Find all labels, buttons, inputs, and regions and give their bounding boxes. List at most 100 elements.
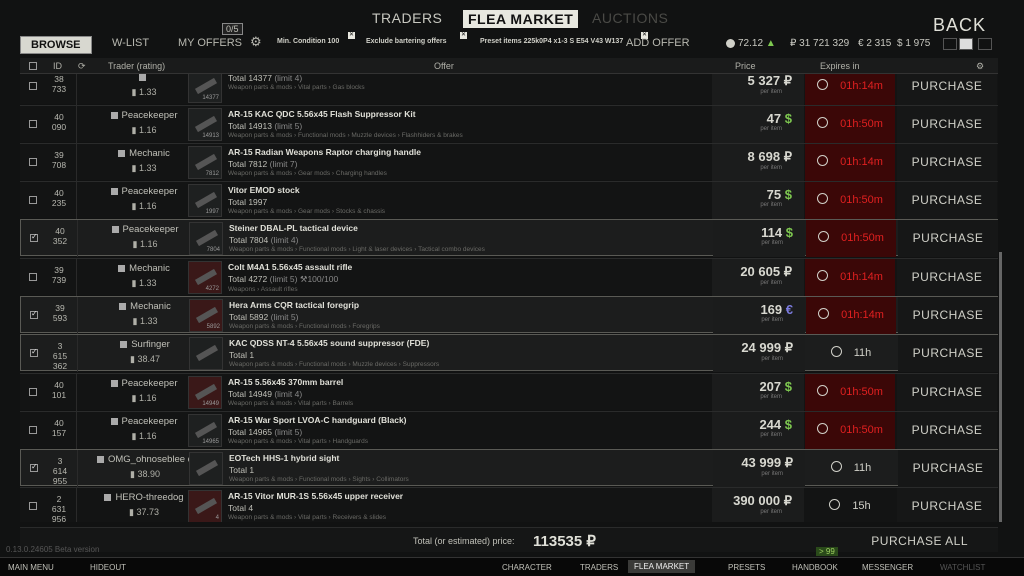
item-name[interactable]: AR-15 Radian Weapons Raptor charging han… bbox=[228, 147, 708, 157]
purchase-button[interactable]: PURCHASE bbox=[898, 220, 998, 257]
item-thumbnail[interactable]: 14965 bbox=[188, 414, 222, 447]
row-checkbox[interactable] bbox=[30, 309, 38, 319]
item-thumbnail[interactable]: 7812 bbox=[188, 146, 222, 179]
item-thumbnail[interactable]: 14377 bbox=[188, 74, 222, 103]
item-thumbnail[interactable]: 14913 bbox=[188, 108, 222, 141]
trader-cell[interactable]: Peacekeeper ▮ 1.16 bbox=[90, 378, 198, 404]
list-view-icon[interactable] bbox=[959, 38, 973, 50]
item-name[interactable]: Vitor EMOD stock bbox=[228, 185, 708, 195]
taskbar-flea-market[interactable]: FLEA MARKET bbox=[628, 560, 696, 573]
trader-cell[interactable]: Mechanic ▮ 1.33 bbox=[91, 301, 199, 327]
offer-row[interactable]: 3 615 362 Surfinger ▮ 38.47 KAC QDSS NT-… bbox=[20, 334, 998, 372]
offer-row[interactable]: 40 157 Peacekeeper ▮ 1.16 14965 AR-15 Wa… bbox=[20, 411, 998, 449]
item-name[interactable]: AR-15 Vitor MUR-1S 5.56x45 upper receive… bbox=[228, 491, 708, 501]
trader-cell[interactable]: OMG_ohnoseblee d ▮ 38.90 bbox=[91, 454, 199, 480]
purchase-button[interactable]: PURCHASE bbox=[898, 297, 998, 334]
taskbar-watchlist[interactable]: WATCHLIST bbox=[940, 563, 985, 572]
offer-row[interactable]: 40 352 Peacekeeper ▮ 1.16 7804 Steiner D… bbox=[20, 219, 998, 257]
column-id[interactable]: ID bbox=[53, 61, 62, 71]
row-checkbox[interactable] bbox=[29, 388, 37, 396]
offer-row[interactable]: 40 235 Peacekeeper ▮ 1.16 1997 Vitor EMO… bbox=[20, 181, 998, 219]
trader-cell[interactable]: Mechanic ▮ 1.33 bbox=[90, 148, 198, 174]
taskbar-character[interactable]: CHARACTER bbox=[502, 563, 552, 572]
row-checkbox[interactable] bbox=[30, 232, 38, 242]
row-checkbox[interactable] bbox=[29, 158, 37, 166]
wishlist-button[interactable]: W-LIST bbox=[112, 37, 149, 49]
item-name[interactable]: AR-15 KAC QDC 5.56x45 Flash Suppressor K… bbox=[228, 109, 708, 119]
column-expires[interactable]: Expires in bbox=[820, 61, 860, 71]
item-name[interactable]: Hera Arms CQR tactical foregrip bbox=[229, 300, 709, 310]
settings-icon[interactable]: ⚙ bbox=[976, 61, 984, 72]
item-name[interactable]: KAC QDSS NT-4 5.56x45 sound suppressor (… bbox=[229, 338, 709, 348]
filter-exclude-barter[interactable]: Exclude bartering offers bbox=[366, 38, 447, 45]
column-price[interactable]: Price bbox=[735, 61, 756, 71]
purchase-button[interactable]: PURCHASE bbox=[897, 412, 997, 449]
item-thumbnail[interactable] bbox=[189, 452, 223, 485]
tab-flea-market[interactable]: FLEA MARKET bbox=[463, 10, 579, 28]
offer-row[interactable]: 39 593 Mechanic ▮ 1.33 5892 Hera Arms CQ… bbox=[20, 296, 998, 334]
filter-min-condition[interactable]: Min. Condition 100 bbox=[277, 38, 339, 45]
offer-row[interactable]: 38 733 ▮ 1.33 14377 Total 14377 (limit 4… bbox=[20, 74, 998, 105]
offer-row[interactable]: 3 614 955 OMG_ohnoseblee d ▮ 38.90 EOTec… bbox=[20, 449, 998, 487]
filter-preset-items[interactable]: Preset items 225k0P4 x1-3 S E54 V43 W137 bbox=[480, 38, 623, 45]
purchase-button[interactable]: PURCHASE bbox=[897, 182, 997, 219]
offer-row[interactable]: 39 708 Mechanic ▮ 1.33 7812 AR-15 Radian… bbox=[20, 143, 998, 181]
taskbar-presets[interactable]: PRESETS bbox=[728, 563, 765, 572]
taskbar-handbook[interactable]: HANDBOOK bbox=[792, 563, 838, 572]
remove-filter-icon[interactable]: ✕ bbox=[460, 32, 467, 39]
offer-row[interactable]: 39 739 Mechanic ▮ 1.33 4272 Colt M4A1 5.… bbox=[20, 258, 998, 296]
item-name[interactable]: AR-15 5.56x45 370mm barrel bbox=[228, 377, 708, 387]
item-thumbnail[interactable] bbox=[189, 337, 223, 370]
select-all-checkbox[interactable] bbox=[29, 62, 37, 70]
trader-cell[interactable]: Peacekeeper ▮ 1.16 bbox=[90, 110, 198, 136]
row-checkbox[interactable] bbox=[30, 462, 38, 472]
purchase-button[interactable]: PURCHASE bbox=[898, 335, 998, 372]
add-offer-button[interactable]: ADD OFFER bbox=[626, 37, 690, 49]
column-offer[interactable]: Offer bbox=[434, 61, 454, 71]
row-checkbox[interactable] bbox=[29, 82, 37, 90]
tab-traders[interactable]: TRADERS bbox=[372, 10, 442, 26]
list-view-small-icon[interactable] bbox=[943, 38, 957, 50]
item-thumbnail[interactable]: 14949 bbox=[188, 376, 222, 409]
browse-button[interactable]: BROWSE bbox=[20, 36, 92, 54]
item-thumbnail[interactable]: 1997 bbox=[188, 184, 222, 217]
purchase-button[interactable]: PURCHASE bbox=[898, 450, 998, 487]
item-name[interactable]: EOTech HHS-1 hybrid sight bbox=[229, 453, 709, 463]
taskbar-traders[interactable]: TRADERS bbox=[580, 563, 618, 572]
remove-filter-icon[interactable]: ✕ bbox=[348, 32, 355, 39]
trader-cell[interactable]: HERO-threedog ▮ 37.73 bbox=[90, 492, 198, 518]
trader-cell[interactable]: Peacekeeper ▮ 1.16 bbox=[90, 186, 198, 212]
item-thumbnail[interactable]: 4272 bbox=[188, 261, 222, 294]
purchase-button[interactable]: PURCHASE bbox=[897, 488, 997, 522]
item-thumbnail[interactable]: 5892 bbox=[189, 299, 223, 332]
offer-row[interactable]: 40 101 Peacekeeper ▮ 1.16 14949 AR-15 5.… bbox=[20, 373, 998, 411]
row-checkbox[interactable] bbox=[30, 347, 38, 357]
offer-row[interactable]: 2 631 956 HERO-threedog ▮ 37.73 4 AR-15 … bbox=[20, 487, 998, 522]
purchase-button[interactable]: PURCHASE bbox=[897, 374, 997, 411]
row-checkbox[interactable] bbox=[29, 273, 37, 281]
taskbar-main-menu[interactable]: MAIN MENU bbox=[8, 563, 54, 572]
column-trader[interactable]: Trader (rating) bbox=[108, 61, 165, 71]
item-name[interactable]: Colt M4A1 5.56x45 assault rifle bbox=[228, 262, 708, 272]
taskbar-messenger[interactable]: MESSENGER bbox=[862, 563, 913, 572]
item-thumbnail[interactable]: 4 bbox=[188, 490, 222, 522]
back-button[interactable]: BACK bbox=[933, 15, 986, 36]
purchase-button[interactable]: PURCHASE bbox=[897, 74, 997, 105]
trader-cell[interactable]: Surfinger ▮ 38.47 bbox=[91, 339, 199, 365]
settings-gear-icon[interactable]: ⚙ bbox=[250, 34, 262, 50]
taskbar-hideout[interactable]: HIDEOUT bbox=[90, 563, 126, 572]
purchase-all-button[interactable]: PURCHASE ALL bbox=[871, 534, 968, 548]
item-name[interactable]: AR-15 War Sport LVOA-C handguard (Black) bbox=[228, 415, 708, 425]
row-checkbox[interactable] bbox=[29, 502, 37, 510]
refresh-icon[interactable]: ⟳ bbox=[78, 61, 86, 72]
purchase-button[interactable]: PURCHASE bbox=[897, 144, 997, 181]
row-checkbox[interactable] bbox=[29, 196, 37, 204]
row-checkbox[interactable] bbox=[29, 120, 37, 128]
grid-view-icon[interactable] bbox=[978, 38, 992, 50]
trader-cell[interactable]: Mechanic ▮ 1.33 bbox=[90, 263, 198, 289]
trader-cell[interactable]: Peacekeeper ▮ 1.16 bbox=[90, 416, 198, 442]
purchase-button[interactable]: PURCHASE bbox=[897, 106, 997, 143]
item-name[interactable]: Steiner DBAL-PL tactical device bbox=[229, 223, 709, 233]
my-offers-button[interactable]: MY OFFERS bbox=[178, 37, 242, 49]
item-thumbnail[interactable]: 7804 bbox=[189, 222, 223, 255]
